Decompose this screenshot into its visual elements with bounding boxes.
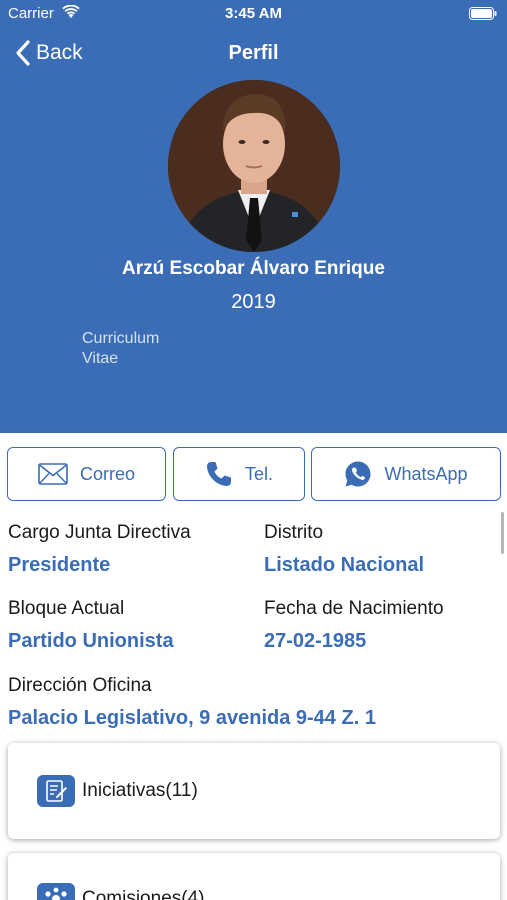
email-button[interactable]: Correo — [7, 447, 166, 501]
profile-name: Arzú Escobar Álvaro Enrique — [122, 258, 385, 279]
whatsapp-icon — [344, 460, 372, 488]
scroll-indicator[interactable] — [501, 512, 504, 554]
phone-icon — [205, 460, 233, 488]
whatsapp-button[interactable]: WhatsApp — [311, 447, 501, 501]
bloque-value: Partido Unionista — [8, 630, 174, 652]
group-icon — [37, 883, 75, 900]
navigation-bar: Back Perfil — [0, 28, 507, 78]
battery-icon — [469, 7, 497, 20]
envelope-icon — [38, 463, 68, 485]
status-time: 3:45 AM — [225, 5, 282, 22]
distrito-value: Listado Nacional — [264, 554, 425, 576]
distrito-label: Distrito — [264, 522, 324, 543]
page-title: Perfil — [228, 42, 279, 64]
iniciativas-label: Iniciativas(11) — [82, 780, 198, 801]
bloque-label: Bloque Actual — [8, 598, 125, 619]
profile-year: 2019 — [231, 291, 276, 313]
avatar — [168, 80, 340, 252]
curriculum-vitae-link[interactable]: Curriculum Vitae — [82, 329, 182, 369]
fecha-nacimiento-label: Fecha de Nacimiento — [264, 598, 444, 619]
fecha-nacimiento-value: 27-02-1985 — [264, 630, 367, 652]
email-button-label: Correo — [79, 463, 136, 484]
comisiones-card[interactable]: Comisiones(4) — [8, 853, 500, 900]
document-edit-icon — [37, 775, 75, 807]
status-bar: Carrier 3:45 AM — [0, 0, 507, 28]
iniciativas-card[interactable]: Iniciativas(11) — [8, 743, 500, 839]
direccion-value: Palacio Legislativo, 9 avenida 9-44 Z. 1 — [8, 707, 376, 729]
direccion-label: Dirección Oficina — [8, 675, 152, 696]
cargo-label: Cargo Junta Directiva — [8, 522, 191, 543]
cargo-value: Presidente — [8, 554, 111, 576]
profile-header: Arzú Escobar Álvaro Enrique 2019 Curricu… — [0, 78, 507, 433]
phone-button[interactable]: Tel. — [173, 447, 305, 501]
profile-photo — [168, 80, 340, 252]
whatsapp-button-label: WhatsApp — [384, 463, 468, 484]
comisiones-label: Comisiones(4) — [82, 888, 205, 900]
phone-button-label: Tel. — [244, 463, 273, 484]
